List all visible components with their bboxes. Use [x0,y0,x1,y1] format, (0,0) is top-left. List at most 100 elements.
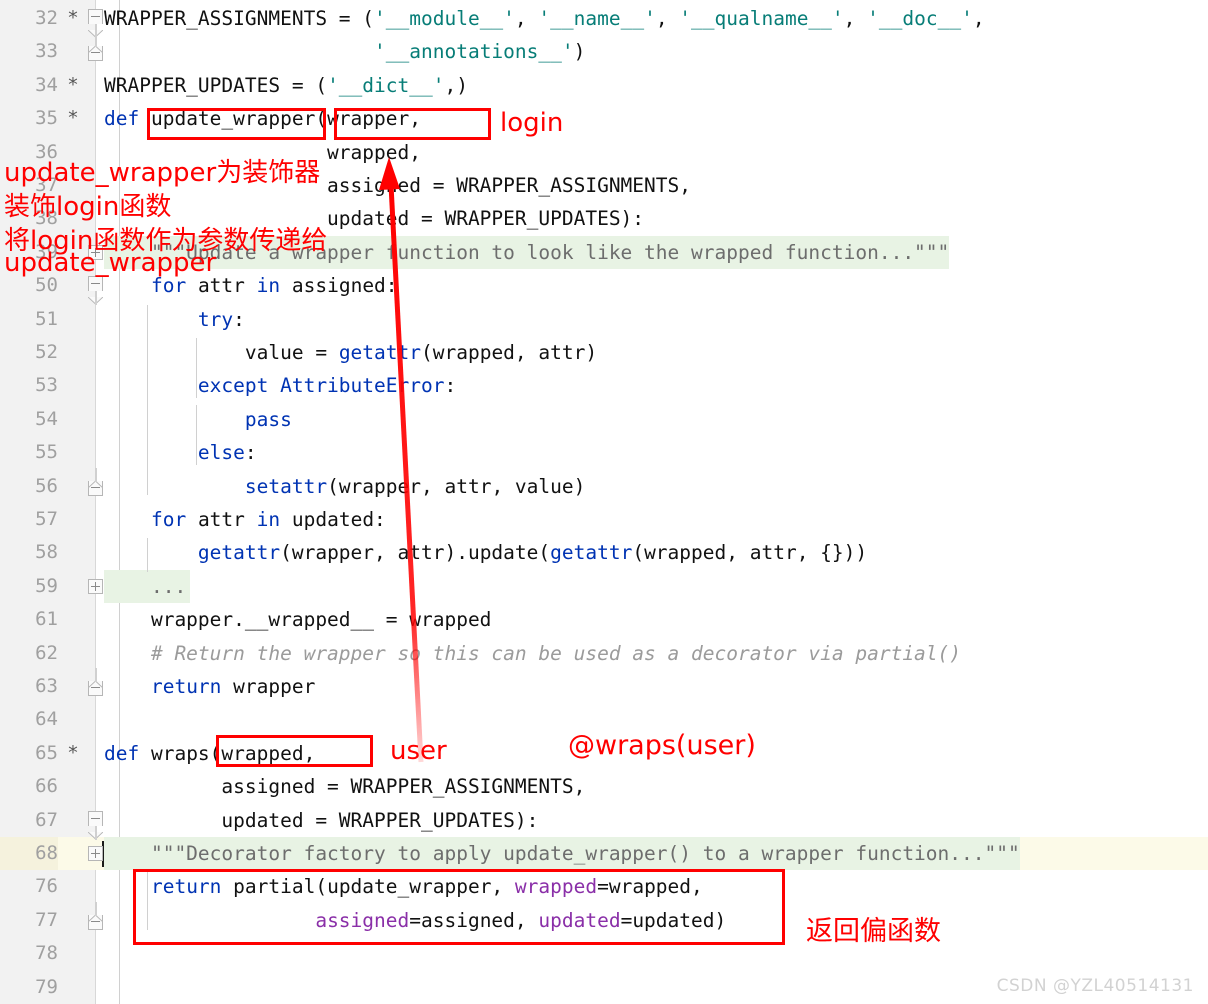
code-token: updated = WRAPPER_UPDATES): [104,207,645,231]
fold-expand-icon[interactable] [88,578,103,594]
code-line[interactable]: 76 return partial(update_wrapper, wrappe… [0,870,1208,903]
code-line[interactable]: 61 wrapper.__wrapped__ = wrapped [0,603,1208,636]
code-text: wrapper.__wrapped__ = wrapped [104,603,491,636]
code-line[interactable]: 34 * WRAPPER_UPDATES = ('__dict__',) [0,69,1208,102]
line-number: 54 [35,407,58,430]
code-line[interactable]: 68 """Decorator factory to apply update_… [0,837,1208,871]
code-token: : [444,374,457,398]
code-text: try: [104,303,245,336]
code-token: getattr [197,541,281,565]
code-line[interactable]: 67 updated = WRAPPER_UPDATES): [0,804,1208,837]
line-number: 34 [35,73,58,96]
fold-collapse-end-icon[interactable] [87,45,104,62]
code-line[interactable]: 33 '__annotations__') [0,35,1208,68]
code-line[interactable]: 63 return wrapper [0,670,1208,703]
code-line[interactable]: 54 pass [0,403,1208,436]
line-number: 65 [35,741,58,764]
code-token: =wrapped, [597,875,703,899]
code-text: value = getattr(wrapped, attr) [104,336,597,369]
code-token: (wrapped, attr, {})) [632,541,868,565]
code-text: updated = WRAPPER_UPDATES): [104,804,538,837]
code-line[interactable]: 51 try: [0,303,1208,336]
code-line[interactable]: 39 """Update a wrapper function to look … [0,235,1208,270]
fold-collapse-start-icon[interactable] [87,810,104,840]
code-token: (wrapper, attr).update( [280,541,551,565]
code-text: """Update a wrapper function to look lik… [104,235,950,270]
code-token: wrapper [233,675,316,698]
code-line[interactable]: 32 * WRAPPER_ASSIGNMENTS = ('__module__', … [0,2,1208,35]
code-token: updated: [291,508,386,531]
code-token: return [150,675,234,698]
code-line[interactable]: 36 wrapped, [0,136,1208,169]
code-line[interactable]: 55 else: [0,436,1208,469]
code-line[interactable]: 53 except AttributeError: [0,369,1208,402]
fold-collapse-end-icon[interactable] [87,914,104,930]
code-token: WRAPPER_ASSIGNMENTS = ( [104,7,375,30]
code-token: , [655,7,680,30]
code-text: wrapped, [104,136,421,169]
code-line[interactable]: 50 for attr in assigned: [0,269,1208,302]
code-token: '__doc__' [867,7,973,30]
line-number: 36 [35,140,58,163]
indent-guide-1 [147,305,148,495]
line-number: 64 [35,708,58,731]
code-token: assigned = WRAPPER_ASSIGNMENTS, [104,174,691,197]
code-token: wrapped, [104,140,421,164]
code-token: '__dict__' [327,73,445,97]
code-line[interactable]: 64 [0,703,1208,736]
fold-collapse-start-icon[interactable] [87,9,104,38]
code-token: , [843,7,868,30]
line-number: 33 [35,40,58,63]
code-line[interactable]: 78 [0,937,1208,970]
fold-collapse-end-icon[interactable] [87,680,104,696]
code-text: assigned = WRAPPER_ASSIGNMENTS, [104,770,585,803]
code-line[interactable]: 58 getattr(wrapper, attr).update(getattr… [0,536,1208,569]
code-text: return partial(update_wrapper, wrapped=w… [104,870,703,903]
fold-collapse-end-icon[interactable] [87,479,104,496]
code-line[interactable]: 38 updated = WRAPPER_UPDATES): [0,202,1208,235]
code-line[interactable]: 77 assigned=assigned, updated=updated) [0,904,1208,937]
fold-connector [95,825,97,840]
code-line[interactable]: 65 * def wraps(wrapped, [0,737,1208,770]
code-token: ... [104,574,187,598]
code-line[interactable]: 57 for attr in updated: [0,503,1208,536]
code-token: '__qualname__' [679,7,844,30]
code-token: '__annotations__' [374,40,574,64]
code-token: attr [197,508,257,531]
code-token: attr [197,274,257,298]
line-number: 50 [35,274,58,297]
code-text: setattr(wrapper, attr, value) [104,470,585,503]
code-line[interactable]: 66 assigned = WRAPPER_ASSIGNMENTS, [0,770,1208,803]
code-token: =assigned, [409,908,539,932]
modified-marker-icon: * [67,73,79,96]
fold-connector [95,291,97,306]
indent-guide-5 [147,870,148,930]
fold-expand-icon[interactable] [88,846,103,861]
fold-expand-icon[interactable] [88,244,103,260]
fold-collapse-start-icon[interactable] [87,276,104,305]
code-token: except AttributeError [197,374,445,398]
code-line[interactable]: 35 * def update_wrapper(wrapper, [0,102,1208,135]
fold-connector [95,467,97,482]
code-line[interactable]: 56 setattr(wrapper, attr, value) [0,470,1208,503]
code-editor[interactable]: 32 * WRAPPER_ASSIGNMENTS = ('__module__', … [0,0,1208,1004]
code-token: assigned = WRAPPER_ASSIGNMENTS, [104,775,586,799]
code-token: (wrapper, attr, value) [327,474,586,498]
code-line[interactable]: 62 # Return the wrapper so this can be u… [0,637,1208,670]
code-line[interactable]: 37 assigned = WRAPPER_ASSIGNMENTS, [0,169,1208,202]
code-text: else: [104,436,257,469]
code-line[interactable]: 59 ... [0,569,1208,604]
line-number: 58 [35,541,58,564]
code-token: for [150,508,198,531]
code-text: pass [104,403,292,436]
code-line[interactable]: 52 value = getattr(wrapped, attr) [0,336,1208,369]
code-text: return wrapper [104,670,315,703]
